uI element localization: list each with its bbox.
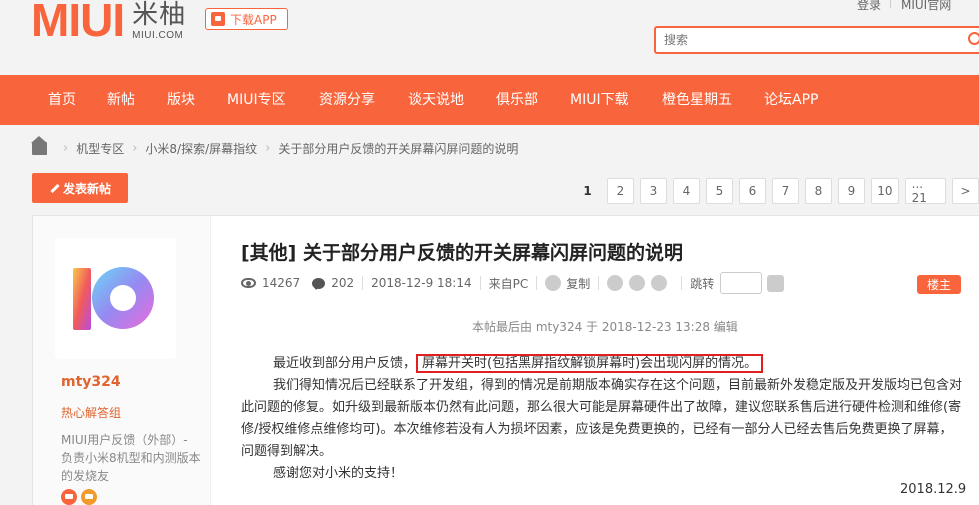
author-only-icon[interactable]	[607, 275, 624, 291]
logo-cn: 米柚	[132, 0, 187, 30]
main-nav: 首页 新帖 版块 MIUI专区 资源分享 谈天说地 俱乐部 MIUI下载 橙色星…	[0, 75, 979, 125]
nav-item-resources[interactable]: 资源分享	[319, 75, 375, 125]
post-content: [其他] 关于部分用户反馈的开关屏幕闪屏问题的说明 14267 202 2018…	[211, 216, 979, 505]
reply-count: 202	[331, 276, 355, 290]
page-link[interactable]: 9	[838, 178, 865, 204]
floor-badge: 楼主	[917, 275, 961, 294]
author-badges	[61, 489, 97, 505]
download-app-label: 下载APP	[230, 12, 277, 27]
login-link[interactable]: 登录	[857, 0, 881, 13]
jump-label: 跳转	[690, 276, 715, 291]
nav-item-orange-friday[interactable]: 橙色星期五	[662, 75, 732, 125]
page-link[interactable]: 2	[607, 178, 634, 204]
comment-icon	[312, 277, 326, 290]
page-link[interactable]: 8	[805, 178, 832, 204]
pencil-icon	[49, 183, 59, 193]
logo-wordmark: MIUI	[31, 0, 125, 46]
breadcrumb-item[interactable]: 小米8/探索/屏幕指纹	[145, 140, 257, 157]
post-meta: 14267 202 2018-12-9 18:14 来自PC 复制 跳转	[241, 272, 785, 294]
nav-item-club[interactable]: 俱乐部	[496, 75, 538, 125]
miui-logo[interactable]: MIUI 米柚 MIUI.COM	[31, 0, 186, 44]
divider	[362, 276, 364, 290]
page-link[interactable]: 10	[871, 178, 899, 204]
breadcrumb: › 机型专区 › 小米8/探索/屏幕指纹 › 关于部分用户反馈的开关屏幕闪屏问题…	[31, 135, 518, 157]
post-panel: mty324 热心解答组 MIUI用户反馈（外部）- 负责小米8机型和内测版本的…	[32, 215, 979, 505]
breadcrumb-separator: ›	[265, 140, 271, 156]
breadcrumb-item[interactable]: 关于部分用户反馈的开关屏幕闪屏问题的说明	[278, 140, 518, 157]
nav-item-new-posts[interactable]: 新帖	[107, 75, 135, 125]
new-post-button[interactable]: 发表新帖	[32, 173, 128, 203]
breadcrumb-item[interactable]: 机型专区	[76, 140, 124, 157]
edited-note: 本帖最后由 mty324 于 2018-12-23 13:28 编辑	[472, 320, 738, 334]
post-source: 来自PC	[488, 276, 529, 291]
search-box	[654, 26, 979, 54]
divider	[536, 276, 538, 290]
paragraph: 感谢您对小米的支持！	[273, 466, 404, 481]
prev-icon[interactable]	[629, 275, 646, 291]
header: MIUI 米柚 MIUI.COM 下载APP 登录 MIUI官网	[0, 0, 979, 75]
author-description: MIUI用户反馈（外部）- 负责小米8机型和内测版本的发烧友	[61, 433, 201, 483]
page-link[interactable]: 7	[772, 178, 799, 204]
miui10-logo-image	[73, 267, 154, 330]
post-title: [其他] 关于部分用户反馈的开关屏幕闪屏问题的说明	[241, 242, 683, 264]
breadcrumb-separator: ›	[63, 140, 69, 156]
next-page-button[interactable]: >	[952, 178, 979, 204]
nav-item-chat[interactable]: 谈天说地	[408, 75, 464, 125]
next-icon[interactable]	[651, 275, 668, 291]
new-post-label: 发表新帖	[62, 181, 111, 196]
nav-item-miui-zone[interactable]: MIUI专区	[227, 75, 286, 125]
page-link[interactable]: 4	[673, 178, 700, 204]
page-link[interactable]: 6	[739, 178, 766, 204]
divider	[890, 0, 891, 8]
paragraph: 我们得知情况后已经联系了开发组，得到的情况是前期版本确实存在这个问题，目前最新外…	[241, 378, 963, 459]
eye-icon	[241, 278, 256, 288]
post-body: 最近收到部分用户反馈， 屏幕开关时(包括黑屏指纹解锁屏幕时)会出现闪屏的情况。 我…	[241, 353, 963, 485]
page-link[interactable]: 5	[706, 178, 733, 204]
view-count: 14267	[262, 276, 301, 290]
author-name[interactable]: mty324	[61, 374, 121, 390]
jump-floor-input[interactable]	[720, 272, 763, 294]
author-group: 热心解答组	[61, 406, 122, 420]
home-icon[interactable]	[31, 135, 47, 155]
logo-domain: MIUI.COM	[132, 30, 184, 41]
copy-icon[interactable]	[545, 275, 562, 291]
post-date: 2018.12.9	[900, 482, 967, 497]
page-last-link[interactable]: ... 21	[904, 177, 946, 205]
pagination: 1 2 3 4 5 6 7 8 9 10 ... 21 >	[574, 177, 979, 205]
paragraph-text: 最近收到部分用户反馈，	[273, 356, 417, 371]
search-icon[interactable]	[968, 32, 979, 45]
nav-item-forums[interactable]: 版块	[167, 75, 195, 125]
breadcrumb-separator: ›	[132, 140, 138, 156]
nav-item-miui-download[interactable]: MIUI下载	[570, 75, 629, 125]
highlighted-text: 屏幕开关时(包括黑屏指纹解锁屏幕时)会出现闪屏的情况。	[416, 354, 764, 373]
divider	[681, 276, 683, 290]
nav-item-home[interactable]: 首页	[48, 75, 76, 125]
avatar[interactable]	[55, 238, 176, 359]
medal-icon[interactable]	[81, 489, 97, 505]
jump-go-icon[interactable]	[767, 274, 785, 292]
medal-icon[interactable]	[61, 489, 77, 505]
page-current: 1	[583, 184, 592, 198]
download-app-button[interactable]: 下载APP	[205, 8, 288, 30]
post-time: 2018-12-9 18:14	[371, 276, 472, 290]
paragraph: 最近收到部分用户反馈， 屏幕开关时(包括黑屏指纹解锁屏幕时)会出现闪屏的情况。	[241, 353, 963, 375]
divider	[598, 276, 600, 290]
nav-item-forum-app[interactable]: 论坛APP	[764, 75, 818, 125]
page-link[interactable]: 3	[640, 178, 667, 204]
official-site-link[interactable]: MIUI官网	[901, 0, 951, 13]
divider	[479, 276, 481, 290]
search-input[interactable]	[656, 28, 956, 52]
copy-link[interactable]: 复制	[566, 275, 590, 292]
author-sidebar: mty324 热心解答组 MIUI用户反馈（外部）- 负责小米8机型和内测版本的…	[33, 216, 211, 505]
phone-icon	[211, 12, 225, 26]
